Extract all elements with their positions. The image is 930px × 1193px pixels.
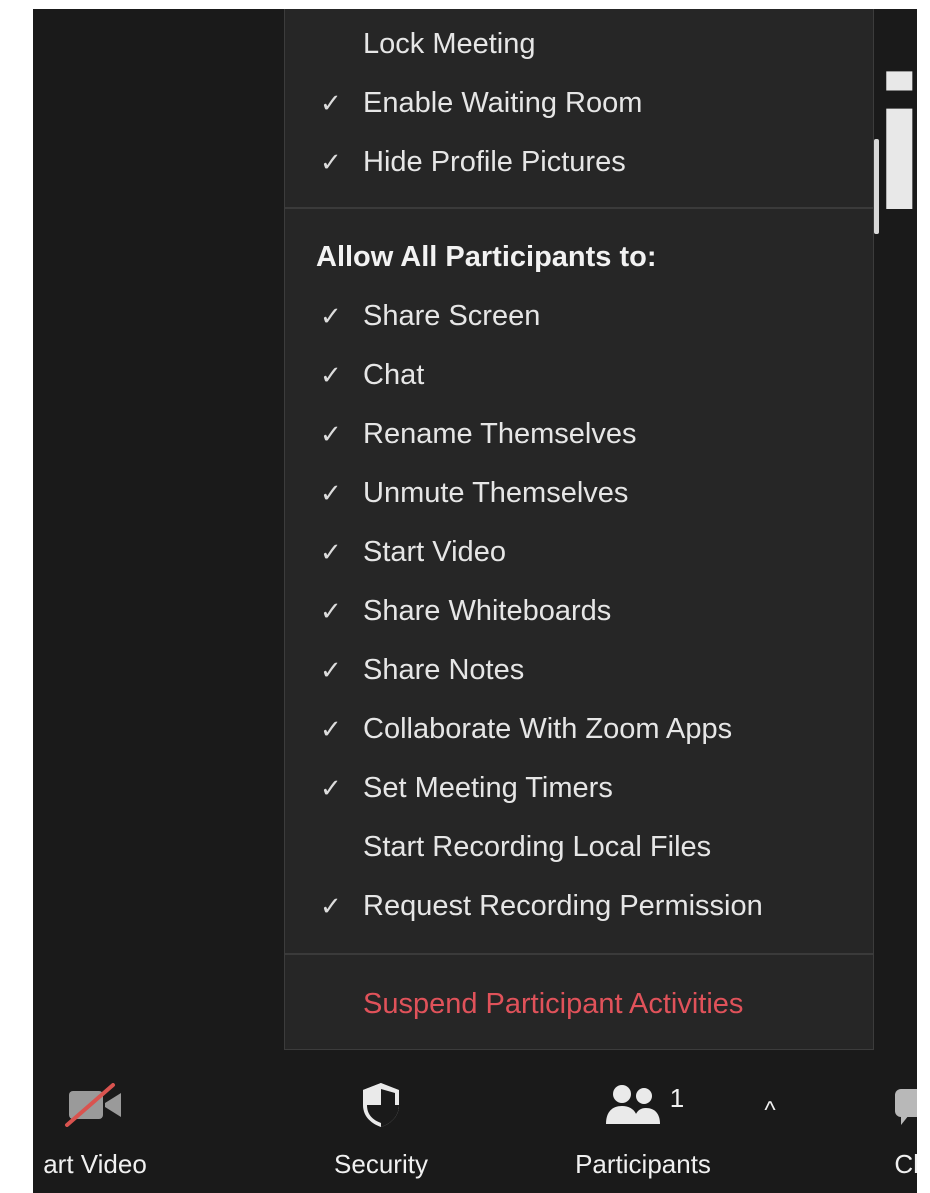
chat-icon	[891, 1069, 917, 1141]
allow-participants-header: Allow All Participants to:	[316, 240, 657, 273]
menu-item-set-meeting-timers[interactable]: ✓ Set Meeting Timers	[285, 759, 873, 817]
participants-label: Participants	[575, 1149, 711, 1179]
security-label: Security	[334, 1149, 428, 1179]
menu-divider	[285, 207, 873, 209]
start-video-label: art Video	[43, 1149, 147, 1179]
menu-item-label: Rename Themselves	[363, 417, 637, 450]
menu-item-share-notes[interactable]: ✓ Share Notes	[285, 641, 873, 699]
check-icon: ✓	[320, 654, 342, 685]
menu-item-label: Unmute Themselves	[363, 476, 629, 509]
check-icon: ✓	[320, 595, 342, 626]
chat-label: Ch	[894, 1149, 917, 1179]
menu-item-unmute-themselves[interactable]: ✓ Unmute Themselves	[285, 464, 873, 522]
background-text: it	[873, 38, 917, 250]
shield-icon	[359, 1069, 403, 1141]
menu-item-hide-profile-pictures[interactable]: ✓ Hide Profile Pictures	[285, 133, 873, 191]
menu-item-share-screen[interactable]: ✓ Share Screen	[285, 287, 873, 345]
video-off-icon	[63, 1069, 127, 1141]
menu-item-label: Share Notes	[363, 653, 525, 686]
menu-item-lock-meeting[interactable]: ✓ Lock Meeting	[285, 15, 873, 73]
participants-button[interactable]: 1 Participants	[558, 1069, 728, 1193]
participants-count: 1	[669, 1083, 685, 1113]
chevron-up-icon: ^	[764, 1097, 776, 1124]
menu-item-label: Lock Meeting	[363, 27, 536, 60]
meeting-window: it ✓ Lock Meeting ✓ Enable Waiting Room …	[33, 9, 917, 1193]
menu-item-enable-waiting-room[interactable]: ✓ Enable Waiting Room	[285, 74, 873, 132]
security-menu: ✓ Lock Meeting ✓ Enable Waiting Room ✓ H…	[284, 9, 874, 1050]
check-icon: ✓	[320, 477, 342, 508]
check-icon: ✓	[320, 890, 342, 921]
menu-item-rename-themselves[interactable]: ✓ Rename Themselves	[285, 405, 873, 463]
menu-item-label: Enable Waiting Room	[363, 86, 643, 119]
scrollbar[interactable]	[874, 139, 879, 234]
menu-item-label: Set Meeting Timers	[363, 771, 613, 804]
start-video-button[interactable]: art Video	[33, 1069, 165, 1193]
suspend-participant-activities-button[interactable]: ✓ Suspend Participant Activities	[285, 975, 873, 1033]
menu-item-collaborate-zoom-apps[interactable]: ✓ Collaborate With Zoom Apps	[285, 700, 873, 758]
menu-item-label: Share Whiteboards	[363, 594, 612, 627]
check-icon: ✓	[320, 713, 342, 744]
menu-item-label: Request Recording Permission	[363, 889, 763, 922]
meeting-toolbar: art Video Security 1 Participants ^ C	[33, 1069, 917, 1193]
menu-item-label: Hide Profile Pictures	[363, 145, 626, 178]
security-button[interactable]: Security	[311, 1069, 451, 1193]
menu-item-label: Share Screen	[363, 299, 541, 332]
participants-options-caret[interactable]: ^	[755, 1069, 785, 1193]
menu-item-label: Start Video	[363, 535, 506, 568]
menu-item-label: Chat	[363, 358, 425, 391]
menu-item-start-video[interactable]: ✓ Start Video	[285, 523, 873, 581]
menu-item-request-recording-permission[interactable]: ✓ Request Recording Permission	[285, 877, 873, 935]
chat-button[interactable]: Ch	[881, 1069, 917, 1193]
menu-item-chat[interactable]: ✓ Chat	[285, 346, 873, 404]
check-icon: ✓	[320, 418, 342, 449]
menu-divider	[285, 953, 873, 955]
menu-item-share-whiteboards[interactable]: ✓ Share Whiteboards	[285, 582, 873, 640]
menu-item-label: Suspend Participant Activities	[363, 987, 744, 1020]
participants-icon: 1	[602, 1069, 684, 1141]
check-icon: ✓	[320, 87, 342, 118]
check-icon: ✓	[320, 146, 342, 177]
check-icon: ✓	[320, 300, 342, 331]
check-icon: ✓	[320, 772, 342, 803]
menu-item-label: Start Recording Local Files	[363, 830, 712, 863]
check-icon: ✓	[320, 536, 342, 567]
check-icon: ✓	[320, 359, 342, 390]
menu-item-start-recording-local-files[interactable]: ✓ Start Recording Local Files	[285, 818, 873, 876]
menu-item-label: Collaborate With Zoom Apps	[363, 712, 733, 745]
